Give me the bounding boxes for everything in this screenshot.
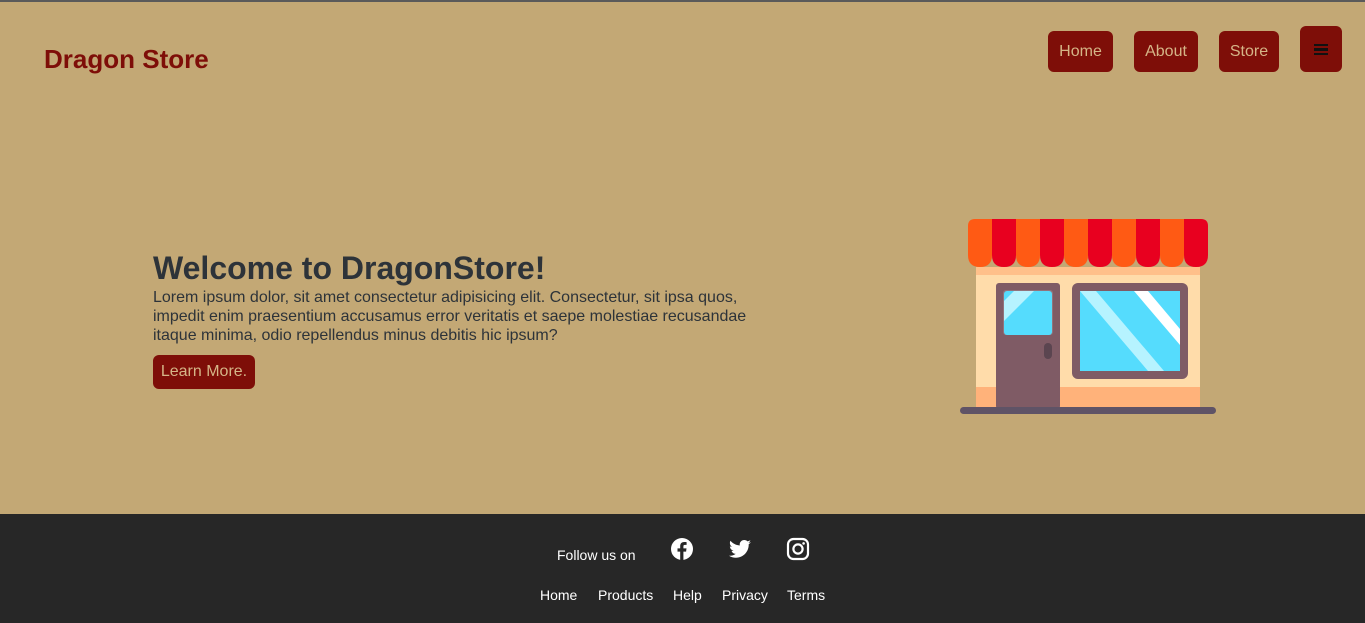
- site-footer: Follow us on Home Products Help Privacy …: [0, 514, 1365, 623]
- footer-link-privacy[interactable]: Privacy: [722, 587, 768, 603]
- facebook-icon[interactable]: [670, 537, 694, 561]
- follow-us-label: Follow us on: [557, 547, 636, 563]
- twitter-icon[interactable]: [728, 537, 752, 561]
- footer-link-terms[interactable]: Terms: [787, 587, 825, 603]
- footer-link-products[interactable]: Products: [598, 587, 653, 603]
- brand-logo-text[interactable]: Dragon Store: [44, 44, 209, 75]
- hero-title: Welcome to DragonStore!: [153, 250, 546, 286]
- site-header: Dragon Store Home About Store: [0, 2, 1365, 112]
- hamburger-menu-icon: [1314, 43, 1328, 55]
- hero-description: Lorem ipsum dolor, sit amet consectetur …: [153, 289, 747, 344]
- storefront-illustration: [960, 219, 1216, 414]
- instagram-icon[interactable]: [786, 537, 810, 561]
- footer-link-home[interactable]: Home: [540, 587, 577, 603]
- nav-about-button[interactable]: About: [1134, 31, 1198, 72]
- footer-link-help[interactable]: Help: [673, 587, 702, 603]
- learn-more-button[interactable]: Learn More.: [153, 355, 255, 389]
- nav-home-button[interactable]: Home: [1048, 31, 1113, 72]
- nav-store-button[interactable]: Store: [1219, 31, 1279, 72]
- menu-button[interactable]: [1300, 26, 1342, 72]
